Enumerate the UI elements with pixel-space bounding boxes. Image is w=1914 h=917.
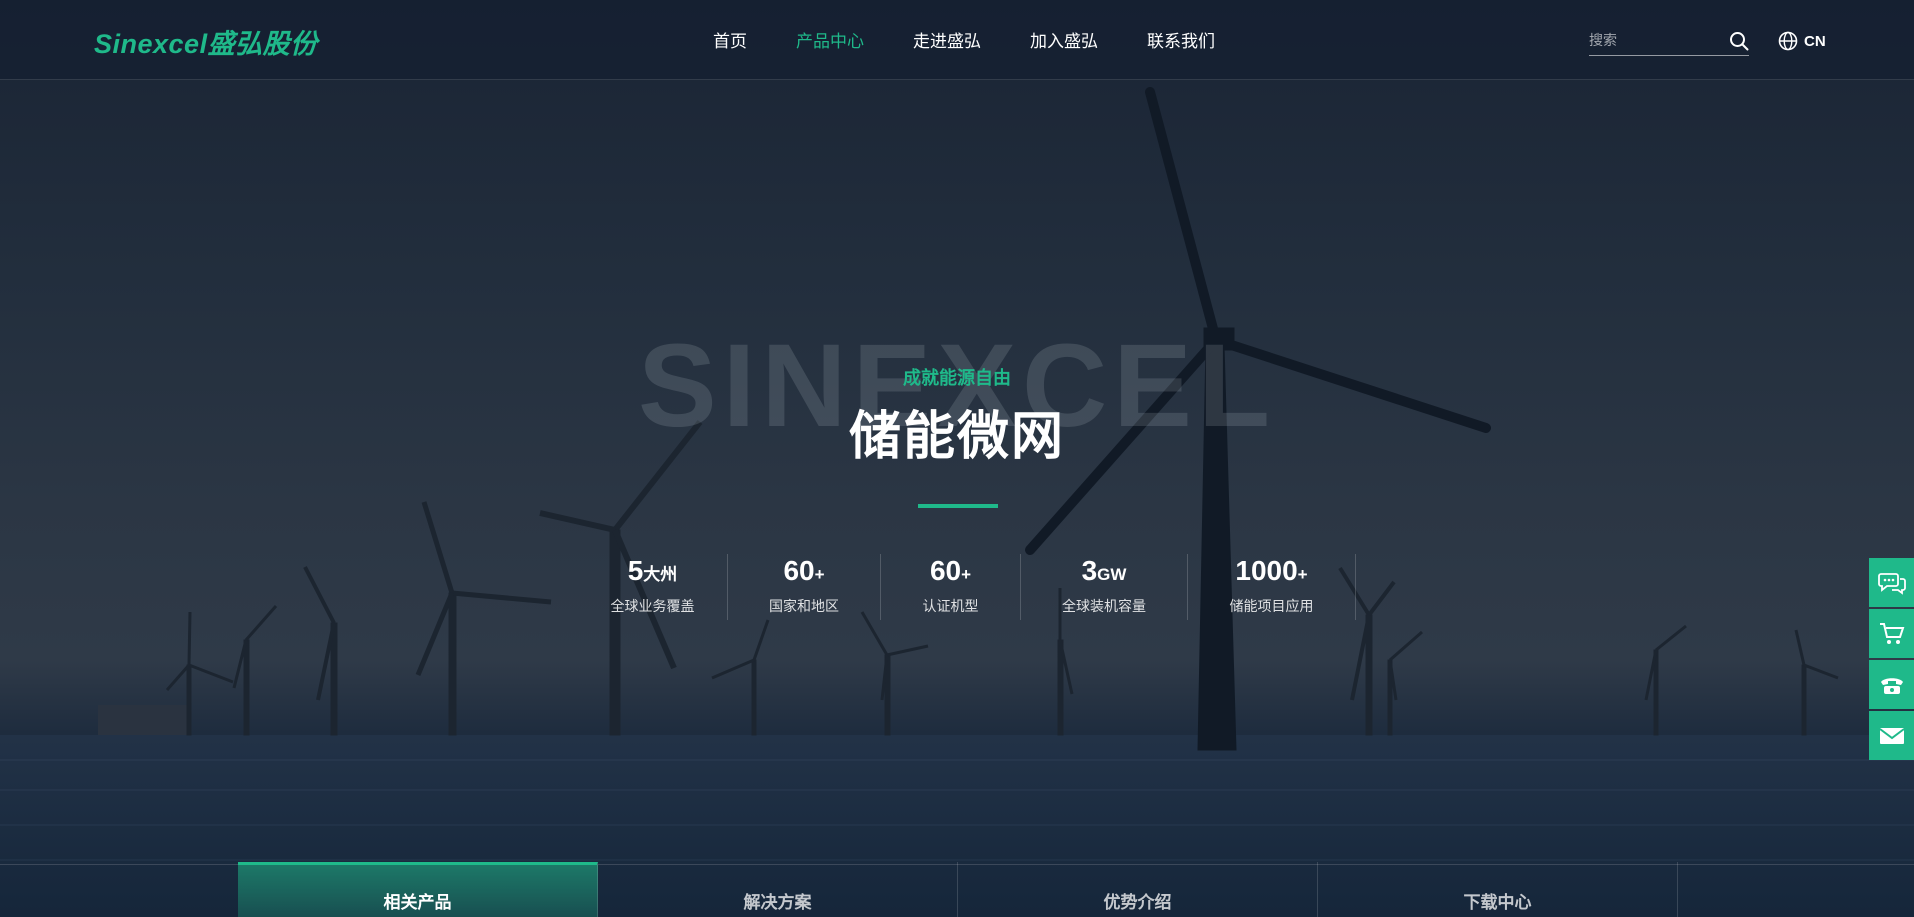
nav-item-products[interactable]: 产品中心 — [796, 27, 864, 52]
stat-value: 3 — [1081, 555, 1098, 586]
tab-advantages[interactable]: 优势介绍 — [958, 862, 1318, 917]
hero-divider — [918, 504, 998, 508]
stat-value: 5 — [627, 555, 644, 586]
tab-solutions[interactable]: 解决方案 — [598, 862, 958, 917]
brand-logo[interactable]: Sinexcel盛弘股份 — [94, 22, 318, 61]
nav-item-about[interactable]: 走进盛弘 — [913, 27, 981, 52]
stat-label: 储能项目应用 — [1229, 598, 1314, 614]
hero-title: 储能微网 — [848, 408, 1065, 466]
phone-icon — [1880, 677, 1903, 694]
site-header: Sinexcel盛弘股份 首页 产品中心 走进盛弘 加入盛弘 联系我们 CN — [0, 0, 1914, 80]
search-input[interactable] — [1589, 28, 1719, 52]
nav-item-home[interactable]: 首页 — [713, 27, 747, 52]
stat-item: 60+ 国家和地区 — [728, 554, 881, 620]
phone-button[interactable] — [1869, 660, 1914, 709]
stat-item: 1000+ 储能项目应用 — [1188, 554, 1356, 620]
main-nav: 首页 产品中心 走进盛弘 加入盛弘 联系我们 — [713, 27, 1264, 52]
mail-button[interactable] — [1869, 711, 1914, 760]
hero-subtitle: 成就能源自由 — [903, 368, 1011, 388]
stat-item: 5大州 全球业务覆盖 — [578, 554, 728, 620]
side-toolbar — [1869, 558, 1914, 762]
stat-unit: + — [961, 565, 972, 584]
language-label: CN — [1804, 32, 1826, 50]
stat-value: 1000 — [1235, 555, 1298, 586]
chat-button[interactable] — [1869, 558, 1914, 607]
stat-unit: + — [1297, 565, 1308, 584]
nav-item-contact[interactable]: 联系我们 — [1147, 27, 1215, 52]
section-tabs: 相关产品 解决方案 优势介绍 下载中心 — [238, 862, 1678, 917]
stat-label: 认证机型 — [922, 598, 979, 614]
stat-label: 国家和地区 — [769, 598, 839, 614]
stat-item: 60+ 认证机型 — [881, 554, 1021, 620]
stat-unit: 大州 — [643, 565, 678, 584]
tab-downloads[interactable]: 下载中心 — [1318, 862, 1678, 917]
search-box — [1589, 28, 1749, 56]
stat-label: 全球业务覆盖 — [610, 598, 695, 614]
language-switch[interactable]: CN — [1778, 31, 1826, 51]
stat-unit: GW — [1097, 565, 1127, 584]
tab-related-products[interactable]: 相关产品 — [238, 862, 598, 917]
globe-icon — [1778, 31, 1798, 51]
nav-item-careers[interactable]: 加入盛弘 — [1030, 27, 1098, 52]
stat-value: 60 — [783, 555, 815, 586]
cart-button[interactable] — [1869, 609, 1914, 658]
stat-item: 3GW 全球装机容量 — [1021, 554, 1188, 620]
search-icon[interactable] — [1729, 31, 1749, 51]
stat-value: 60 — [929, 555, 962, 586]
chat-icon — [1877, 572, 1906, 595]
stats-row: 5大州 全球业务覆盖 60+ 国家和地区 60+ 认证机型 3GW 全球装机容量… — [578, 554, 1356, 620]
mail-icon — [1878, 727, 1905, 744]
cart-icon — [1879, 622, 1904, 644]
stat-label: 全球装机容量 — [1062, 598, 1146, 614]
stat-unit: + — [814, 565, 825, 584]
